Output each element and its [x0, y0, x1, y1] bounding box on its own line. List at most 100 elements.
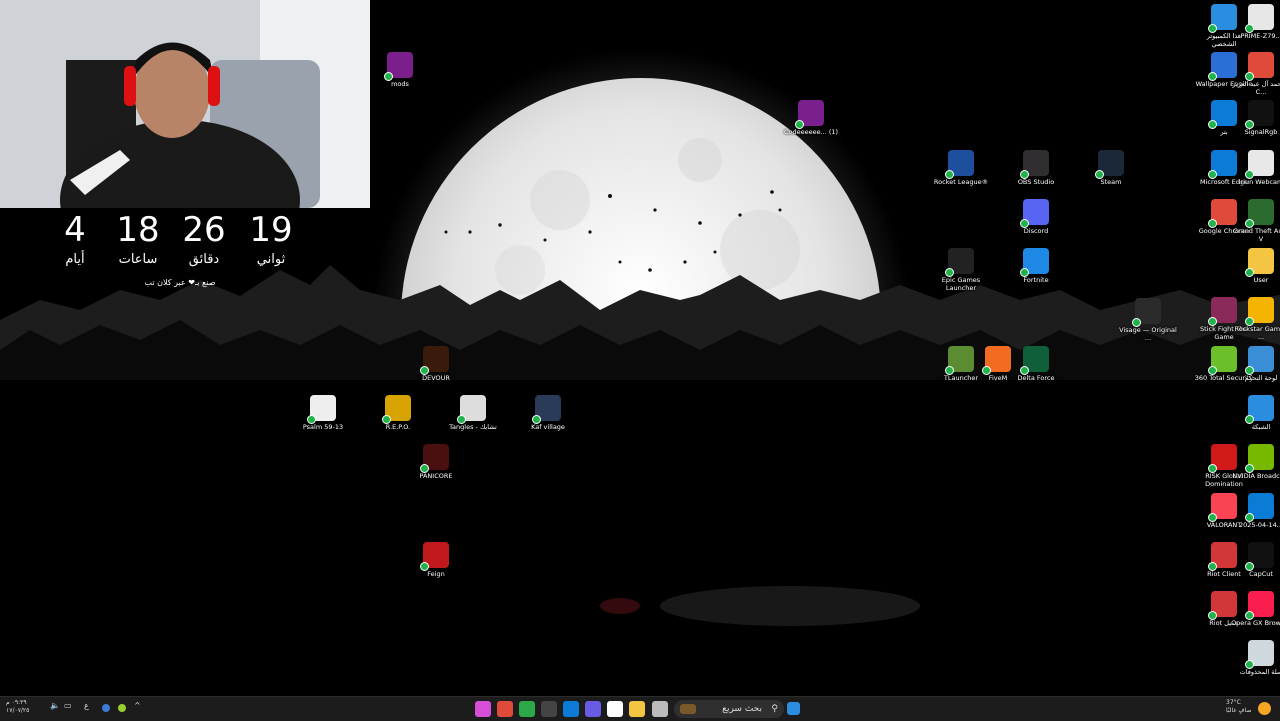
taskbar-chrome-icon[interactable] [497, 701, 513, 717]
desktop-icon[interactable]: PRIME-Z79... [1231, 4, 1280, 40]
taskbar-task-view-icon[interactable] [652, 701, 668, 717]
taskbar-store-icon[interactable] [607, 701, 623, 717]
desktop-icon[interactable]: Psalm 59-13 [293, 395, 353, 431]
desktop-icon[interactable]: Visage — Original ... [1118, 298, 1178, 342]
countdown-hours-value: 18 [116, 210, 160, 250]
desktop[interactable]: 4 أيام 18 ساعات 26 دقائق 19 ثواني صنع بـ… [0, 0, 1280, 696]
desktop-icon[interactable]: Opera GX Browser [1231, 591, 1280, 627]
desktop-icon-label: R.E.P.O. [385, 423, 411, 431]
taskbar: ٠٩:٣٩ م ١٧/٠٧/٢٥ 🔈 ▭ ع ^ بحث سريع ⚲ 37°C… [0, 696, 1280, 721]
desktop-icon-label: PANICORE [419, 472, 453, 480]
desktop-icon[interactable]: Grand Theft Auto V [1231, 199, 1280, 243]
fortnite-icon [1020, 248, 1049, 277]
desktop-icon-label: Epic Games Launcher [941, 276, 981, 292]
countdown-days: 4 أيام [40, 210, 110, 267]
desktop-icon[interactable]: PANICORE [406, 444, 466, 480]
desktop-icon[interactable]: mods [370, 52, 430, 88]
desktop-icon-label: NVIDIA Broadcast [1232, 472, 1280, 480]
desktop-icon[interactable]: Kaf village [518, 395, 578, 431]
taskbar-media-player-icon[interactable] [519, 701, 535, 717]
weather-desc: صافٍ غالبًا [1226, 707, 1252, 714]
start-windows-icon[interactable] [787, 702, 800, 715]
desktop-icon[interactable]: User [1231, 248, 1280, 284]
weather-icon [1258, 702, 1271, 715]
desktop-icon[interactable]: لوحة التحكم [1231, 346, 1280, 382]
rocket-league-icon [945, 150, 974, 179]
desktop-icon[interactable]: DEVOUR [406, 346, 466, 382]
nvidia-icon [1245, 444, 1274, 473]
desktop-icon[interactable]: Tangles - تشابك [443, 395, 503, 431]
desktop-icon[interactable]: الشبكة [1231, 395, 1280, 431]
desktop-icon[interactable]: Feign [406, 542, 466, 578]
desktop-icon[interactable]: SignalRgb [1231, 100, 1280, 136]
desktop-icon-label: محمد آل عبد العزيز - C... [1232, 80, 1280, 96]
countdown-seconds: 19 ثواني [236, 210, 306, 267]
desktop-icon[interactable]: Iriun Webcam [1231, 150, 1280, 186]
capcut-icon [1245, 542, 1274, 571]
desktop-icon[interactable]: Fortnite [1006, 248, 1066, 284]
clock-time: ٠٩:٣٩ م [6, 699, 27, 706]
desktop-icon[interactable]: Discord [1006, 199, 1066, 235]
countdown-days-label: أيام [65, 252, 85, 267]
music-file-icon [1132, 298, 1161, 327]
discord-icon [1020, 199, 1049, 228]
desktop-icon-label: Discord [1023, 227, 1049, 235]
desktop-icon[interactable]: Rocket League® [931, 150, 991, 186]
desktop-icon[interactable]: Rockstar Games ... [1231, 297, 1280, 341]
signalrgb-icon [1245, 100, 1274, 129]
desktop-icon-label: Rockstar Games ... [1234, 325, 1280, 341]
taskbar-steam-icon[interactable] [541, 701, 557, 717]
desktop-icon-label: DEVOUR [422, 374, 450, 382]
desktop-icon-label: الشبكة [1251, 423, 1271, 431]
taskbar-search[interactable]: بحث سريع ⚲ [674, 700, 784, 718]
webcam-overlay [0, 0, 370, 208]
countdown-minutes-value: 26 [182, 210, 226, 250]
desktop-icon-label: OBS Studio [1017, 178, 1055, 186]
desktop-icon-label: 2025-04-14... [1239, 521, 1280, 529]
taskbar-app-icon[interactable] [475, 701, 491, 717]
tray-app-icon[interactable] [102, 704, 110, 712]
desktop-icon-label: Codeeeeee... (1) [783, 128, 839, 136]
taskbar-media-icon[interactable] [585, 701, 601, 717]
rockstar-icon [1245, 297, 1274, 326]
desktop-icon-label: Tangles - تشابك [449, 423, 497, 431]
desktop-icon-label: Psalm 59-13 [302, 423, 344, 431]
weather-widget[interactable]: 37°C صافٍ غالبًا [1226, 699, 1251, 715]
desktop-icon-label: Steam [1100, 178, 1122, 186]
taskbar-clock[interactable]: ٠٩:٣٩ م ١٧/٠٧/٢٥ [6, 699, 29, 715]
desktop-icon[interactable]: OBS Studio [1006, 150, 1066, 186]
weather-temp: 37°C [1226, 699, 1241, 706]
taskbar-edge-icon[interactable] [563, 701, 579, 717]
show-hidden-icons-chevron-icon[interactable]: ^ [134, 701, 141, 710]
webcam-feed-image [0, 0, 370, 208]
desktop-icon[interactable]: محمد آل عبد العزيز - C... [1231, 52, 1280, 96]
desktop-icon-label: Fortnite [1023, 276, 1049, 284]
desktop-icon[interactable]: Epic Games Launcher [931, 248, 991, 292]
folder-icon [1245, 248, 1274, 277]
language-indicator[interactable]: ع [84, 701, 89, 710]
document-icon [1245, 4, 1274, 33]
desktop-icon-label: SignalRgb [1244, 128, 1278, 136]
taskbar-file-explorer-icon[interactable] [629, 701, 645, 717]
countdown-minutes: 26 دقائق [169, 210, 239, 267]
desktop-icon[interactable]: R.E.P.O. [368, 395, 428, 431]
desktop-icon-label: mods [391, 80, 409, 88]
desktop-icon[interactable]: CapCut [1231, 542, 1280, 578]
tray-app-icon-2[interactable] [118, 704, 126, 712]
desktop-icon[interactable]: 2025-04-14... [1231, 493, 1280, 529]
desktop-icon-label: Opera GX Browser [1231, 619, 1280, 627]
desktop-icon-label: Kaf village [531, 423, 565, 431]
chrome-icon [1245, 52, 1274, 81]
desktop-icon-label: Rocket League® [933, 178, 989, 186]
desktop-icon[interactable]: سلة المحذوفات [1231, 640, 1280, 676]
repo-icon [382, 395, 411, 424]
desktop-icon[interactable]: NVIDIA Broadcast [1231, 444, 1280, 480]
desktop-icon-label: Iriun Webcam [1238, 178, 1280, 186]
countdown-hours: 18 ساعات [103, 210, 173, 267]
desktop-icon[interactable]: Delta Force [1006, 346, 1066, 382]
notification-icon[interactable]: ▭ [64, 701, 72, 710]
desktop-icon[interactable]: Steam [1081, 150, 1141, 186]
speaker-icon[interactable]: 🔈 [50, 701, 60, 710]
edge-icon [1245, 493, 1274, 522]
desktop-icon[interactable]: Codeeeeee... (1) [781, 100, 841, 136]
